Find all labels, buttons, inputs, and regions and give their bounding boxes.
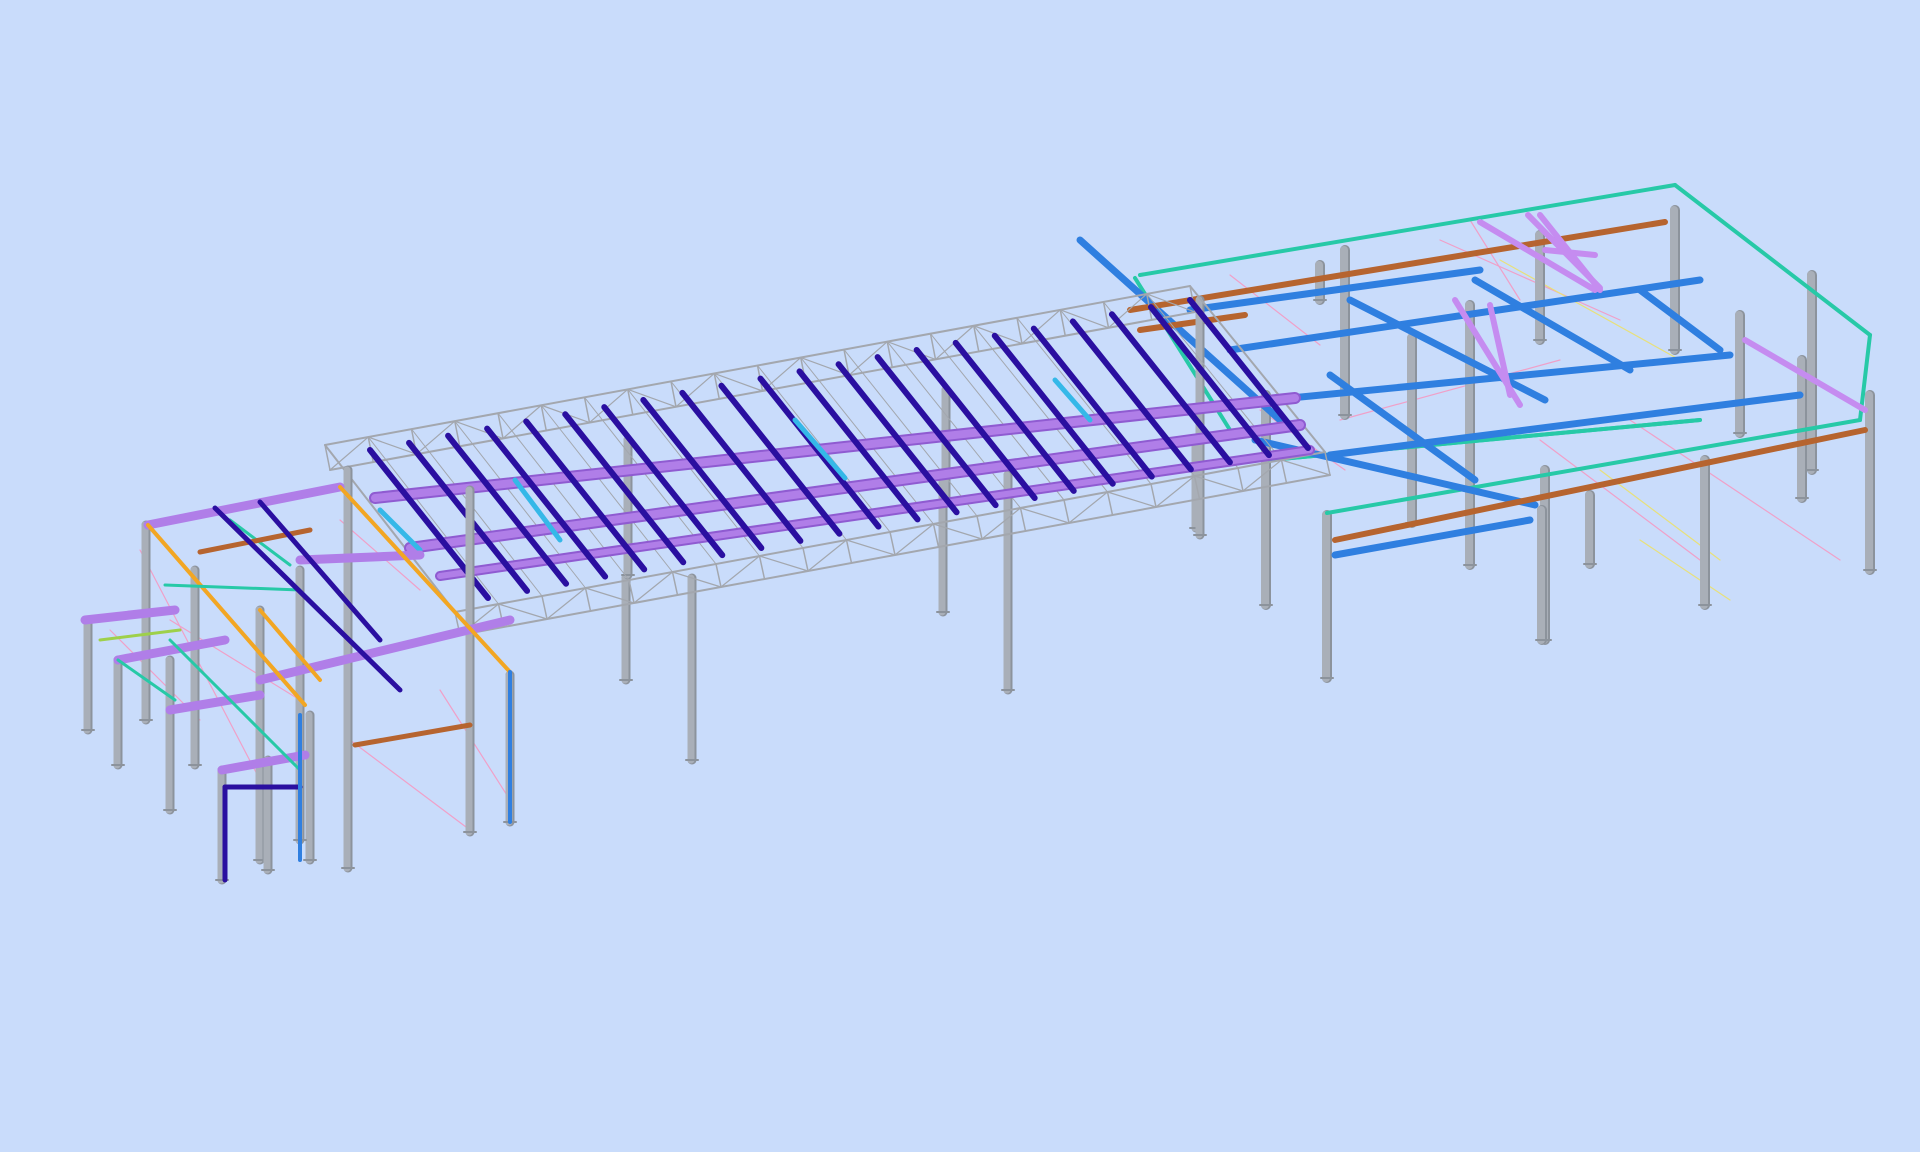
truss-diagonal-107[interactable] (1106, 491, 1157, 508)
truss-diagonal-57[interactable] (671, 571, 722, 588)
truss-diagonal-82[interactable] (894, 523, 935, 556)
brown-beam-311[interactable] (352, 722, 473, 748)
truss-vertical-54[interactable] (671, 571, 679, 596)
truss-vertical-79[interactable] (889, 531, 896, 556)
truss-vertical-109[interactable] (1150, 483, 1157, 508)
truss-diagonal-77[interactable] (845, 539, 896, 556)
central-truss-roof (324, 285, 1331, 765)
structural-model-3d-view[interactable] (0, 0, 1920, 1152)
brace-254[interactable] (439, 689, 511, 801)
truss-vertical-99[interactable] (1063, 499, 1070, 524)
truss-diagonal-92[interactable] (981, 507, 1022, 540)
lilac-frame-250[interactable] (1542, 247, 1598, 258)
truss-vertical-124[interactable] (1280, 459, 1288, 484)
truss-vertical-119[interactable] (1237, 467, 1244, 492)
brace-168[interactable] (1539, 439, 1701, 561)
truss-vertical-44[interactable] (584, 587, 592, 612)
blue-beam-239[interactable] (1331, 516, 1534, 559)
truss-diagonal-127[interactable] (1280, 459, 1331, 476)
truss-vertical-84[interactable] (932, 523, 940, 548)
truss-diagonal-97[interactable] (1019, 507, 1070, 524)
central-columns (619, 295, 1207, 765)
truss-vertical-89[interactable] (976, 515, 983, 540)
cyan-beam-164[interactable] (377, 507, 423, 553)
truss-vertical-39[interactable] (541, 595, 548, 620)
truss-vertical-64[interactable] (758, 555, 766, 580)
truss-diagonal-102[interactable] (1068, 491, 1109, 524)
truss-vertical-59[interactable] (715, 563, 722, 588)
truss-diagonal-62[interactable] (720, 555, 761, 588)
truss-vertical-104[interactable] (1106, 491, 1114, 516)
truss-diagonal-112[interactable] (1155, 475, 1196, 508)
truss-diagonal-72[interactable] (807, 539, 848, 572)
west-girder-296[interactable] (143, 482, 345, 530)
truss-vertical-74[interactable] (845, 539, 853, 564)
west-wing-frames (80, 465, 517, 885)
truss-vertical-69[interactable] (802, 547, 809, 572)
truss-vertical-118[interactable] (1102, 301, 1110, 329)
truss-diagonal-42[interactable] (546, 587, 587, 620)
truss-vertical-94[interactable] (1019, 507, 1027, 532)
west-girder-300[interactable] (165, 690, 265, 715)
model-viewport[interactable] (0, 0, 1920, 1152)
teal-beam-309[interactable] (163, 583, 302, 592)
teal-beam-224[interactable] (1673, 183, 1872, 337)
truss-diagonal-52[interactable] (633, 571, 674, 604)
west-girder-298[interactable] (80, 605, 180, 625)
truss-diagonal-67[interactable] (758, 555, 809, 572)
brace-255[interactable] (349, 739, 471, 831)
